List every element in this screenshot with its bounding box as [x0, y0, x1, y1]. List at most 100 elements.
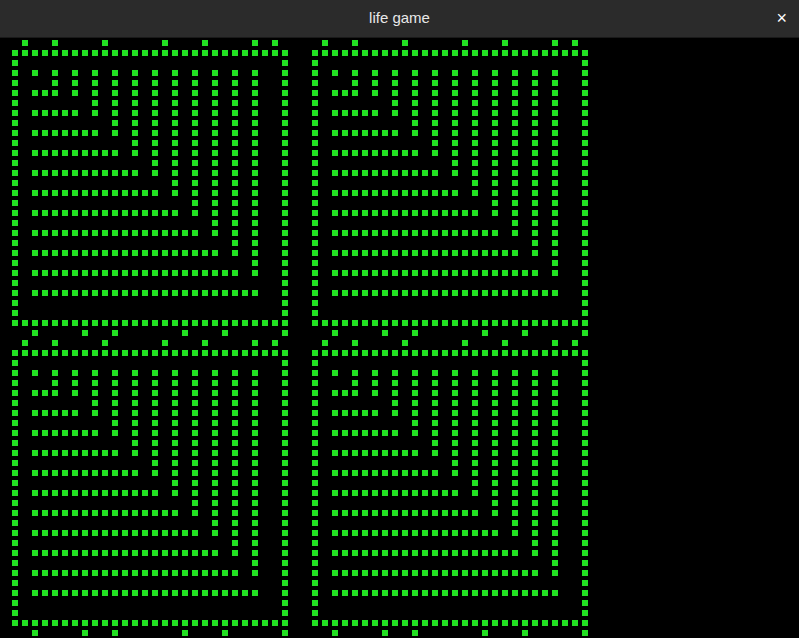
cell[interactable]: [130, 58, 140, 68]
cell[interactable]: [200, 158, 210, 168]
cell[interactable]: [340, 108, 350, 118]
cell[interactable]: [250, 158, 260, 168]
cell[interactable]: [10, 278, 20, 288]
cell[interactable]: [370, 138, 380, 148]
cell[interactable]: [30, 328, 40, 338]
cell[interactable]: [160, 288, 170, 298]
cell[interactable]: [520, 48, 530, 58]
cell[interactable]: [90, 38, 100, 48]
cell[interactable]: [0, 138, 10, 148]
cell[interactable]: [230, 178, 240, 188]
cell[interactable]: [280, 258, 290, 268]
cell[interactable]: [200, 328, 210, 338]
cell[interactable]: [120, 118, 130, 128]
cell[interactable]: [210, 178, 220, 188]
cell[interactable]: [430, 158, 440, 168]
cell[interactable]: [130, 328, 140, 338]
cell[interactable]: [320, 88, 330, 98]
cell[interactable]: [90, 128, 100, 138]
cell[interactable]: [530, 98, 540, 108]
cell[interactable]: [460, 138, 470, 148]
cell[interactable]: [160, 218, 170, 228]
cell[interactable]: [220, 208, 230, 218]
cell[interactable]: [260, 128, 270, 138]
cell[interactable]: [390, 68, 400, 78]
cell[interactable]: [180, 288, 190, 298]
cell[interactable]: [110, 268, 120, 278]
cell[interactable]: [330, 108, 340, 118]
cell[interactable]: [200, 198, 210, 208]
cell[interactable]: [0, 68, 10, 78]
cell[interactable]: [170, 38, 180, 48]
cell[interactable]: [20, 248, 30, 258]
cell[interactable]: [540, 158, 550, 168]
cell[interactable]: [190, 198, 200, 208]
cell[interactable]: [240, 58, 250, 68]
cell[interactable]: [220, 58, 230, 68]
cell[interactable]: [90, 248, 100, 258]
cell[interactable]: [260, 108, 270, 118]
cell[interactable]: [400, 188, 410, 198]
cell[interactable]: [370, 58, 380, 68]
cell[interactable]: [300, 118, 310, 128]
cell[interactable]: [480, 68, 490, 78]
cell[interactable]: [200, 288, 210, 298]
cell[interactable]: [240, 68, 250, 78]
cell[interactable]: [0, 108, 10, 118]
cell[interactable]: [70, 68, 80, 78]
cell[interactable]: [120, 38, 130, 48]
cell[interactable]: [170, 298, 180, 308]
cell[interactable]: [280, 268, 290, 278]
cell[interactable]: [150, 308, 160, 318]
cell[interactable]: [150, 98, 160, 108]
cell[interactable]: [290, 98, 300, 108]
cell[interactable]: [450, 138, 460, 148]
cell[interactable]: [580, 98, 590, 108]
cell[interactable]: [530, 118, 540, 128]
cell[interactable]: [120, 258, 130, 268]
cell[interactable]: [100, 168, 110, 178]
cell[interactable]: [560, 158, 570, 168]
cell[interactable]: [290, 88, 300, 98]
cell[interactable]: [190, 48, 200, 58]
cell[interactable]: [180, 98, 190, 108]
cell[interactable]: [80, 308, 90, 318]
cell[interactable]: [170, 158, 180, 168]
cell[interactable]: [220, 298, 230, 308]
cell[interactable]: [10, 38, 20, 48]
cell[interactable]: [360, 68, 370, 78]
cell[interactable]: [90, 58, 100, 68]
cell[interactable]: [350, 138, 360, 148]
cell[interactable]: [160, 328, 170, 338]
cell[interactable]: [420, 158, 430, 168]
cell[interactable]: [450, 188, 460, 198]
cell[interactable]: [60, 268, 70, 278]
cell[interactable]: [160, 88, 170, 98]
cell[interactable]: [240, 218, 250, 228]
cell[interactable]: [180, 268, 190, 278]
cell[interactable]: [20, 228, 30, 238]
cell[interactable]: [330, 88, 340, 98]
cell[interactable]: [110, 188, 120, 198]
cell[interactable]: [540, 38, 550, 48]
cell[interactable]: [470, 88, 480, 98]
cell[interactable]: [240, 118, 250, 128]
cell[interactable]: [300, 58, 310, 68]
cell[interactable]: [530, 58, 540, 68]
cell[interactable]: [130, 218, 140, 228]
cell[interactable]: [110, 288, 120, 298]
cell[interactable]: [60, 258, 70, 268]
cell[interactable]: [30, 238, 40, 248]
cell[interactable]: [400, 108, 410, 118]
cell[interactable]: [140, 48, 150, 58]
cell[interactable]: [250, 98, 260, 108]
cell[interactable]: [510, 48, 520, 58]
cell[interactable]: [220, 68, 230, 78]
cell[interactable]: [20, 118, 30, 128]
cell[interactable]: [400, 178, 410, 188]
cell[interactable]: [310, 118, 320, 128]
cell[interactable]: [280, 228, 290, 238]
cell[interactable]: [140, 318, 150, 328]
cell[interactable]: [90, 78, 100, 88]
cell[interactable]: [320, 108, 330, 118]
